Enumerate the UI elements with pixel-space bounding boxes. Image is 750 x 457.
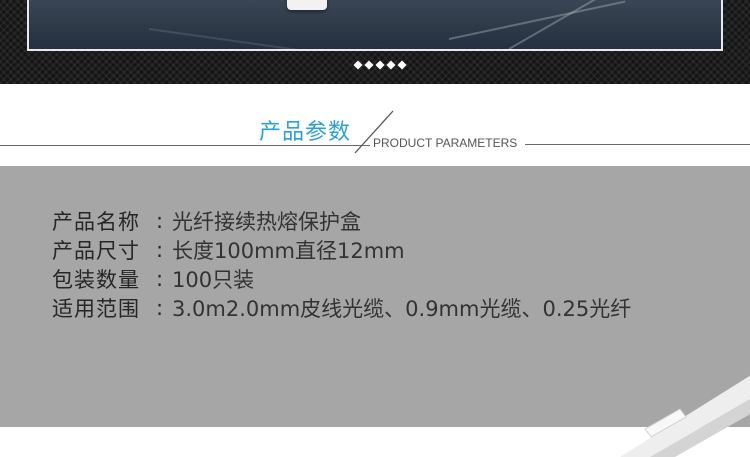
param-row-scope: 适用范围 : 3.0m2.0mm皮线光缆、0.9mm光缆、0.25光纤 bbox=[52, 293, 631, 322]
diamond-dot-icon[interactable] bbox=[353, 60, 363, 70]
param-row-quantity: 包装数量 : 100只装 bbox=[52, 264, 631, 293]
params-panel: 产品名称 : 光纤接续热熔保护盒 产品尺寸 : 长度100mm直径12mm 包装… bbox=[0, 166, 750, 457]
section-title-cn: 产品参数 bbox=[259, 120, 352, 145]
param-colon: : bbox=[156, 295, 164, 320]
param-label: 包装数量 bbox=[52, 267, 140, 292]
param-label: 产品名称 bbox=[52, 209, 140, 234]
diamond-dot-icon[interactable] bbox=[386, 60, 396, 70]
carousel-dots bbox=[353, 60, 407, 70]
diamond-dot-icon[interactable] bbox=[397, 60, 407, 70]
section-header: 产品参数 PRODUCT PARAMETERS bbox=[0, 84, 750, 166]
param-colon: : bbox=[156, 208, 164, 233]
banner-product-photo bbox=[27, 0, 723, 51]
param-value: 光纤接续热熔保护盒 bbox=[172, 209, 361, 234]
param-value: 长度100mm直径12mm bbox=[172, 238, 405, 263]
params-list: 产品名称 : 光纤接续热熔保护盒 产品尺寸 : 长度100mm直径12mm 包装… bbox=[52, 206, 631, 322]
top-banner bbox=[0, 0, 750, 84]
divider-line-right bbox=[525, 144, 750, 145]
product-corner-image bbox=[620, 375, 750, 457]
param-row-name: 产品名称 : 光纤接续热熔保护盒 bbox=[52, 206, 631, 235]
param-label: 产品尺寸 bbox=[52, 238, 140, 263]
section-title-en: PRODUCT PARAMETERS bbox=[373, 136, 518, 150]
road-marking bbox=[448, 0, 626, 40]
param-row-size: 产品尺寸 : 长度100mm直径12mm bbox=[52, 235, 631, 264]
road-marking bbox=[148, 28, 348, 49]
param-value: 3.0m2.0mm皮线光缆、0.9mm光缆、0.25光纤 bbox=[172, 296, 632, 321]
diamond-dot-icon[interactable] bbox=[375, 60, 385, 70]
diamond-dot-icon[interactable] bbox=[364, 60, 374, 70]
param-colon: : bbox=[156, 237, 164, 262]
param-label: 适用范围 bbox=[52, 296, 140, 321]
param-value: 100只装 bbox=[172, 267, 255, 292]
param-colon: : bbox=[156, 266, 164, 291]
product-image bbox=[287, 0, 327, 10]
